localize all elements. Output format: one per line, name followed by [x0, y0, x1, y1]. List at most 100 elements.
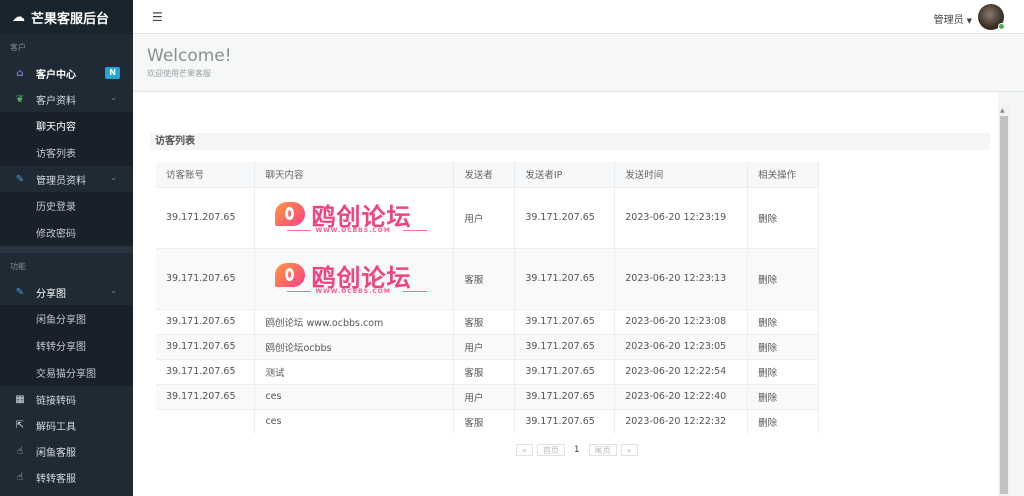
chevron-down-icon: ⌄ — [110, 93, 117, 102]
sidebar-item-link-convert[interactable]: ▦ 链接转码 — [0, 386, 133, 412]
table-row: 39.171.207.65 鸥创论坛ocbbs 用户 39.171.207.65… — [156, 333, 819, 359]
menu-toggle-icon[interactable]: ☰ — [152, 10, 163, 24]
scrollbar-thumb[interactable] — [1000, 116, 1008, 494]
chat-image[interactable]: 鸥创论坛 WWW.OCBBS.COM — [271, 255, 435, 299]
cell-content: 测试 — [254, 358, 455, 384]
cell-content: 鸥创论坛 www.ocbbs.com — [254, 308, 455, 334]
delete-link[interactable]: 删除 — [747, 383, 819, 409]
delete-link[interactable]: 删除 — [747, 358, 819, 384]
cell-content: 鸥创论坛 WWW.OCBBS.COM — [254, 247, 455, 309]
logo-badge-icon — [275, 202, 306, 226]
caret-down-icon: ▼ — [966, 17, 972, 25]
pager-home-button[interactable]: 首页 — [536, 444, 565, 456]
pager-last-button[interactable]: » — [620, 444, 638, 456]
cell-account: 39.171.207.65 — [156, 247, 256, 309]
submenu-customer: 聊天内容 访客列表 — [0, 112, 133, 166]
sidebar-item-xianyu-share[interactable]: 闲鱼分享图 — [0, 305, 133, 332]
delete-link[interactable]: 删除 — [747, 408, 819, 434]
sidebar-item-decode-tool[interactable]: ⇱ 解码工具 — [0, 412, 133, 438]
cell-time: 2023-06-20 12:22:32 — [614, 408, 749, 434]
sidebar-item-label: 管理员资料 — [36, 175, 86, 187]
column-header: 相关操作 — [747, 162, 819, 187]
sidebar-item-label: 链接转码 — [36, 395, 76, 407]
sidebar-item-visitor-list[interactable]: 访客列表 — [0, 139, 133, 166]
admin-menu[interactable]: 管理员 ▼ — [934, 11, 972, 26]
column-header: 发送者 — [453, 162, 516, 187]
delete-link[interactable]: 删除 — [747, 186, 819, 248]
delete-link[interactable]: 删除 — [747, 247, 819, 309]
chevron-down-icon: ⌄ — [110, 286, 117, 295]
sidebar-item-label: 解码工具 — [36, 421, 76, 433]
scrollbar[interactable]: ▲ — [998, 106, 1010, 496]
cell-time: 2023-06-20 12:22:54 — [614, 358, 749, 384]
cell-ip: 39.171.207.65 — [514, 247, 616, 309]
logo-divider — [287, 291, 312, 292]
table-row: 39.171.207.65 ces 用户 39.171.207.65 2023-… — [156, 383, 819, 409]
submenu-share: 闲鱼分享图 转转分享图 交易猫分享图 — [0, 305, 133, 386]
cell-sender: 客服 — [453, 247, 516, 309]
panel-title: 访客列表 — [150, 133, 990, 150]
pencil-icon: ✎ — [15, 173, 25, 185]
section-label-customer: 客户 — [10, 43, 26, 52]
cell-account — [156, 408, 256, 434]
sidebar-item-label: 分享图 — [36, 288, 66, 300]
cell-content: ces — [254, 408, 455, 434]
external-link-icon: ⇱ — [15, 419, 25, 431]
sidebar-item-label: 客户资料 — [36, 95, 76, 107]
qrcode-icon: ▦ — [15, 393, 25, 405]
brand-title: 芒果客服后台 — [31, 11, 110, 27]
cell-content: 鸥创论坛 WWW.OCBBS.COM — [254, 186, 455, 248]
cell-ip: 39.171.207.65 — [514, 308, 616, 334]
cell-time: 2023-06-20 12:23:13 — [614, 247, 749, 309]
section-label-function: 功能 — [10, 262, 26, 271]
pager-current-page[interactable]: 1 — [569, 445, 585, 455]
cell-ip: 39.171.207.65 — [514, 408, 616, 434]
delete-link[interactable]: 删除 — [747, 308, 819, 334]
cell-sender: 用户 — [453, 383, 516, 409]
brand[interactable]: ☁ 芒果客服后台 — [0, 0, 133, 34]
sidebar-item-xianyu-service[interactable]: ☝ 闲鱼客服 — [0, 438, 133, 464]
pagination: « 首页 1 尾页 » — [516, 444, 638, 456]
delete-link[interactable]: 删除 — [747, 333, 819, 359]
sidebar-item-zhuanzhuan-share[interactable]: 转转分享图 — [0, 332, 133, 359]
sidebar-item-customer-center[interactable]: ⌂ 客户中心 N — [0, 60, 133, 86]
table-row: 39.171.207.65 鸥创论坛 WWW.OCBBS.COM 用户 39.1… — [156, 186, 819, 248]
page-subtitle: 欢迎使用芒果客服 — [147, 69, 211, 78]
cell-ip: 39.171.207.65 — [514, 383, 616, 409]
visitor-table: 访客账号 聊天内容 发送者 发送者IP 发送时间 相关操作 39.171.207… — [156, 162, 819, 434]
sidebar-item-chat-content[interactable]: 聊天内容 — [0, 112, 133, 139]
logo-url: WWW.OCBBS.COM — [315, 288, 391, 295]
sidebar-item-change-password[interactable]: 修改密码 — [0, 219, 133, 246]
pager-end-button[interactable]: 尾页 — [588, 444, 617, 456]
cell-account: 39.171.207.65 — [156, 186, 256, 248]
sidebar-item-jiaoyimao-share[interactable]: 交易猫分享图 — [0, 359, 133, 386]
logo-badge-icon — [275, 263, 306, 287]
page-header: Welcome! 欢迎使用芒果客服 — [133, 34, 1024, 92]
sidebar-item-share[interactable]: ✎ 分享图 ⌄ — [0, 279, 133, 305]
sidebar-item-customer-data[interactable]: ❦ 客户资料 ⌄ — [0, 86, 133, 112]
logo-divider — [287, 230, 312, 231]
online-status-dot — [998, 23, 1005, 30]
cell-time: 2023-06-20 12:23:05 — [614, 333, 749, 359]
cell-account: 39.171.207.65 — [156, 358, 256, 384]
leaf-icon: ❦ — [15, 93, 25, 105]
sidebar-item-zhuanzhuan-service[interactable]: ☝ 转转客服 — [0, 464, 133, 490]
cell-content: 鸥创论坛ocbbs — [254, 333, 455, 359]
thumbs-up-icon: ☝ — [16, 471, 24, 483]
cell-account: 39.171.207.65 — [156, 308, 256, 334]
sidebar-item-admin-data[interactable]: ✎ 管理员资料 ⌄ — [0, 166, 133, 192]
pager-first-button[interactable]: « — [516, 444, 533, 456]
column-header: 发送者IP — [514, 162, 616, 187]
topbar: ☰ 管理员 ▼ — [133, 0, 1024, 34]
submenu-admin: 历史登录 修改密码 — [0, 192, 133, 246]
scroll-up-arrow-icon[interactable]: ▲ — [1000, 107, 1005, 114]
chat-image[interactable]: 鸥创论坛 WWW.OCBBS.COM — [271, 194, 435, 238]
logo-divider — [403, 230, 428, 231]
logo-url: WWW.OCBBS.COM — [315, 227, 391, 234]
cell-time: 2023-06-20 12:22:40 — [614, 383, 749, 409]
new-badge: N — [105, 67, 120, 79]
sidebar-item-login-history[interactable]: 历史登录 — [0, 192, 133, 219]
pencil-icon: ✎ — [15, 286, 25, 298]
avatar[interactable] — [978, 4, 1005, 30]
column-header: 发送时间 — [614, 162, 749, 187]
